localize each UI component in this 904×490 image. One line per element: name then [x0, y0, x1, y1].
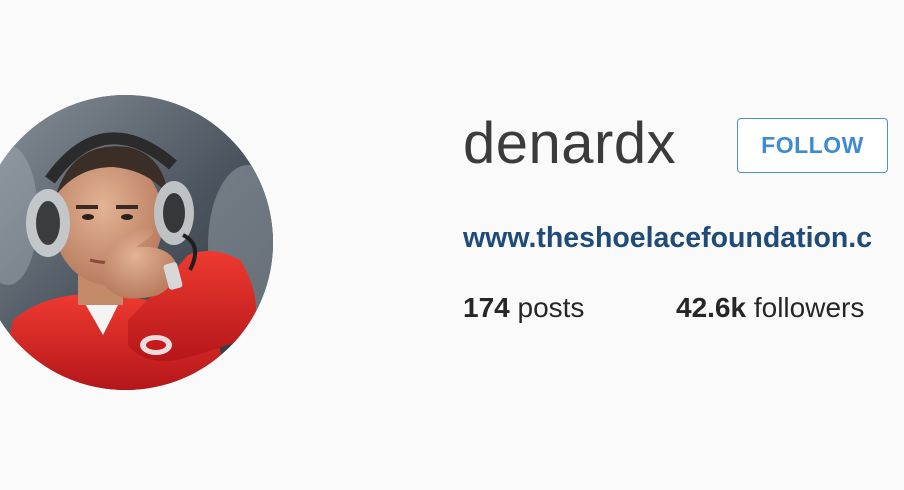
profile-username: denardx [463, 111, 677, 176]
avatar-photo [0, 95, 273, 390]
posts-stat[interactable]: 174 posts [463, 288, 584, 328]
posts-label: posts [517, 292, 585, 323]
followers-count: 42.6k [676, 292, 747, 323]
posts-count: 174 [463, 292, 510, 323]
followers-label: followers [753, 292, 865, 323]
profile-page: denardx FOLLOW www.theshoelacefoundation… [0, 0, 904, 490]
profile-avatar[interactable] [0, 95, 273, 390]
follow-button[interactable]: FOLLOW [737, 118, 888, 173]
followers-stat[interactable]: 42.6k followers [676, 288, 864, 328]
profile-website-link[interactable]: www.theshoelacefoundation.c [463, 218, 904, 258]
